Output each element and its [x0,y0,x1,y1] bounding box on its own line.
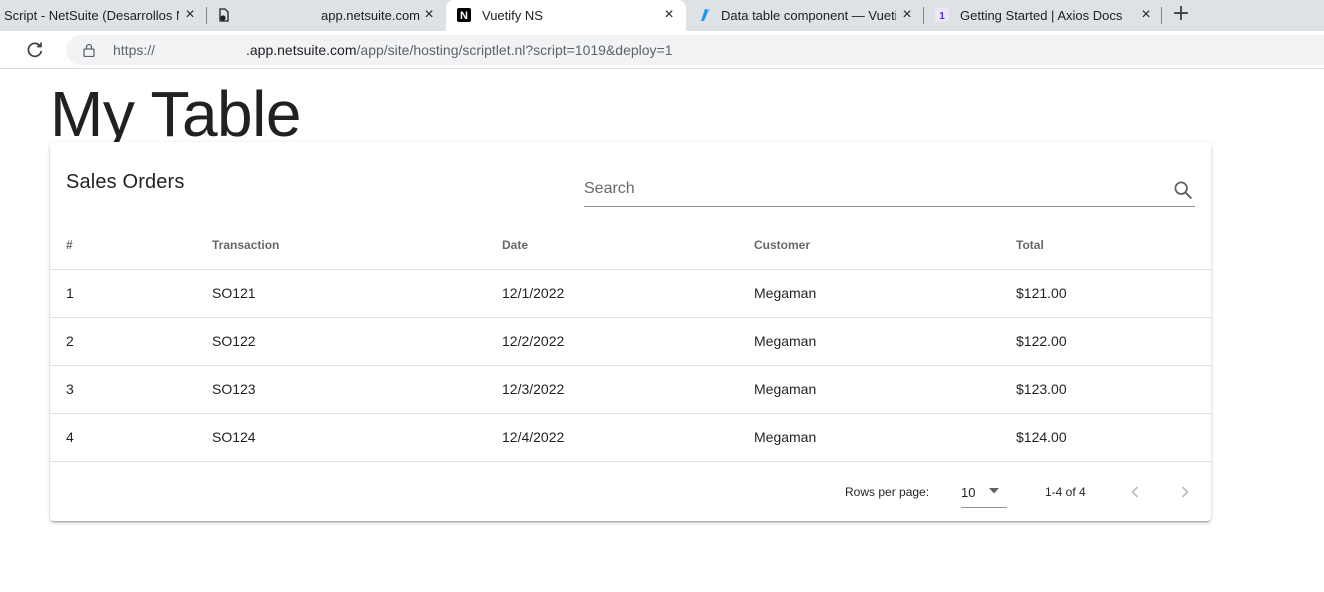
sales-orders-table: # Transaction Date Customer Total 1 SO12… [50,222,1211,462]
svg-text:1: 1 [939,11,945,22]
table-row[interactable]: 2 SO122 12/2/2022 Megaman $122.00 [50,317,1211,366]
browser-toolbar: https:// .app.netsuite.com/app/site/host… [0,31,1324,69]
document-lock-icon [219,8,229,22]
column-header-date[interactable]: Date [502,222,754,270]
sales-orders-card: Sales Orders # Transaction Date Customer… [50,142,1211,521]
cell-number: 4 [50,413,212,462]
tab-netsuite-app[interactable]: app.netsuite.com × [207,0,445,31]
cell-total: $121.00 [1016,269,1211,318]
close-icon[interactable]: × [900,7,914,23]
tab-vuetify-ns[interactable]: N Vuetify NS × [446,0,686,31]
cell-total: $123.00 [1016,365,1211,414]
tab-title: Vuetify NS [482,8,543,23]
tab-title: app.netsuite.com [321,8,421,23]
cell-date: 12/1/2022 [502,269,754,318]
column-header-total[interactable]: Total [1016,222,1211,270]
cell-date: 12/4/2022 [502,413,754,462]
tab-vuetify-docs[interactable]: Data table component — Vuetify × [686,0,924,31]
cell-customer: Megaman [754,269,1016,318]
url-host: .app.netsuite.com [246,42,357,58]
table-row[interactable]: 4 SO124 12/4/2022 Megaman $124.00 [50,413,1211,462]
cell-customer: Megaman [754,317,1016,366]
rows-per-page-label: Rows per page: [845,485,930,499]
cell-customer: Megaman [754,365,1016,414]
table-row[interactable]: 1 SO121 12/1/2022 Megaman $121.00 [50,269,1211,318]
chevron-right-icon[interactable] [1173,480,1197,504]
cell-number: 3 [50,365,212,414]
column-header-transaction[interactable]: Transaction [212,222,502,270]
svg-text:N: N [460,10,468,22]
vuetify-logo-icon [701,9,710,21]
tab-title: Data table component — Vuetify [721,8,896,23]
address-bar[interactable]: https:// .app.netsuite.com/app/site/host… [66,35,1324,65]
search-input[interactable] [584,178,1164,200]
cell-date: 12/3/2022 [502,365,754,414]
close-icon[interactable]: × [183,7,197,23]
url-path: /app/site/hosting/scriptlet.nl?script=10… [356,42,673,58]
cell-number: 1 [50,269,212,318]
close-icon[interactable]: × [662,7,676,23]
page-title: My Table [50,78,301,150]
cell-customer: Megaman [754,413,1016,462]
cell-transaction: SO123 [212,365,502,414]
cell-transaction: SO122 [212,317,502,366]
cell-transaction: SO124 [212,413,502,462]
column-header-customer[interactable]: Customer [754,222,1016,270]
cell-total: $124.00 [1016,413,1211,462]
rows-per-page-value: 10 [961,485,976,500]
table-footer: Rows per page: 10 1-4 of 4 [50,463,1211,521]
tab-divider [1161,7,1162,24]
tab-title: Script - NetSuite (Desarrollos Ne [4,8,179,23]
column-header-number[interactable]: # [50,222,212,270]
new-tab-button[interactable]: + [1171,3,1191,25]
close-icon[interactable]: × [422,7,436,23]
page-range-text: 1-4 of 4 [1045,485,1086,499]
cell-date: 12/2/2022 [502,317,754,366]
axios-logo-icon: 1 [935,8,949,22]
rows-per-page-select[interactable]: 10 [961,477,1007,508]
chevron-left-icon[interactable] [1123,480,1147,504]
tab-axios-docs[interactable]: 1 Getting Started | Axios Docs × [924,0,1162,31]
close-icon[interactable]: × [1139,7,1153,23]
lock-icon[interactable] [83,43,95,57]
cell-transaction: SO121 [212,269,502,318]
url-scheme: https:// [113,42,156,58]
cell-total: $122.00 [1016,317,1211,366]
tab-title: Getting Started | Axios Docs [960,8,1123,23]
url-text: .app.netsuite.com/app/site/hosting/scrip… [246,42,673,58]
reload-icon[interactable] [25,40,45,60]
table-header-row: # Transaction Date Customer Total [50,222,1211,270]
tab-netsuite-script[interactable]: Script - NetSuite (Desarrollos Ne × [0,0,207,31]
netsuite-n-icon: N [457,8,471,22]
cell-number: 2 [50,317,212,366]
browser-tab-strip: Script - NetSuite (Desarrollos Ne × app.… [0,0,1324,31]
table-row[interactable]: 3 SO123 12/3/2022 Megaman $123.00 [50,365,1211,414]
card-title: Sales Orders [66,171,185,193]
search-field[interactable] [584,172,1195,207]
caret-down-icon[interactable] [987,486,1001,496]
search-icon[interactable] [1172,179,1194,201]
